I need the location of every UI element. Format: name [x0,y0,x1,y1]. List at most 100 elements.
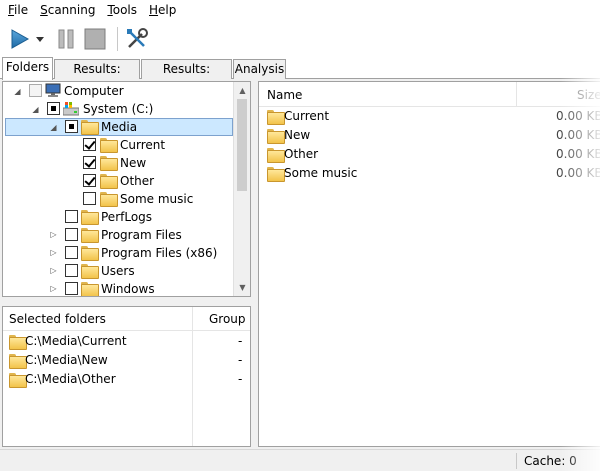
stop-scan-button[interactable] [82,26,108,52]
folder-contents-list[interactable]: Name Size Current 0.00 KB New 0.00 KB Ot… [258,81,600,447]
collapse-icon[interactable]: ◢ [49,123,58,132]
folder-icon [267,167,285,182]
menu-tools-label: ools [112,3,138,17]
scroll-down-icon[interactable]: ▼ [234,279,250,296]
tree-item-computer[interactable]: ◢ Computer [3,82,233,100]
list-item-size: 0.00 KB [556,109,600,123]
selected-folder-group: - [238,353,243,367]
tree-item-label: Other [120,174,155,188]
list-item-size: 0.00 KB [556,128,600,142]
tree-item-perflogs[interactable]: PerfLogs [3,208,233,226]
status-bar: Cache: 0 [0,449,600,471]
tree-checkbox[interactable] [65,246,78,259]
expand-icon[interactable]: ▷ [49,266,58,275]
selected-folders-panel: Selected folders Group C:\Media\Current … [2,306,251,447]
tree-checkbox[interactable] [65,282,78,295]
tree-item-system-c[interactable]: ◢ System (C:) [3,100,233,118]
tools-icon [127,28,148,48]
folder-tree[interactable]: ◢ Computer ◢ System (C:) ◢ Media Current [2,81,251,297]
tab-folders[interactable]: Folders [2,57,53,80]
folder-icon [100,156,118,171]
folder-icon [81,120,99,135]
tree-checkbox[interactable] [47,102,60,115]
folder-icon [81,228,99,243]
column-divider[interactable] [516,82,517,107]
tree-checkbox[interactable] [65,264,78,277]
tree-checkbox[interactable] [83,192,96,205]
tree-item-some-music[interactable]: Some music [3,190,233,208]
tree-checkbox[interactable] [83,138,96,151]
selected-folder-path: C:\Media\New [25,353,108,367]
settings-button[interactable] [124,26,150,52]
menu-file[interactable]: File [2,0,34,21]
tree-item-other[interactable]: Other [3,172,233,190]
list-item-name: New [284,128,311,142]
expand-icon[interactable]: ▷ [49,248,58,257]
selected-folder-path: C:\Media\Other [25,372,116,386]
menu-bar: File Scanning Tools Help [0,0,600,21]
menu-tools[interactable]: Tools [101,0,143,21]
tab-results-images[interactable]: Results: Images [141,59,232,94]
tree-item-media[interactable]: ◢ Media [3,118,233,136]
selected-folder-group: - [238,372,243,386]
folder-icon [267,129,285,144]
tree-item-current[interactable]: Current [3,136,233,154]
folder-icon [100,192,118,207]
drive-icon [63,102,79,116]
column-name[interactable]: Name [267,88,302,102]
pause-icon [58,29,74,49]
menu-help[interactable]: Help [143,0,182,21]
tree-scrollbar[interactable]: ▲ ▼ [233,82,250,296]
expand-icon[interactable]: ▷ [49,284,58,293]
cache-status: Cache: 0 [524,454,577,468]
tree-item-label: System (C:) [83,102,154,116]
tree-item-program-files[interactable]: ▷ Program Files [3,226,233,244]
tree-item-users[interactable]: ▷ Users [3,262,233,280]
computer-icon [45,83,61,97]
list-row[interactable]: Some music 0.00 KB [259,164,600,183]
folder-icon [81,282,99,296]
tree-checkbox[interactable] [65,210,78,223]
folder-icon [267,110,285,125]
tree-checkbox[interactable] [83,174,96,187]
tree-checkbox[interactable] [65,228,78,241]
list-row[interactable]: Other 0.00 KB [259,145,600,164]
column-divider[interactable] [192,307,193,331]
list-row[interactable]: Current 0.00 KB [259,107,600,126]
scroll-up-icon[interactable]: ▲ [234,82,250,99]
list-row[interactable]: New 0.00 KB [259,126,600,145]
pause-scan-button[interactable] [53,26,79,52]
tree-item-label: Current [120,138,166,152]
column-group[interactable]: Group [209,312,246,326]
tab-results-audio[interactable]: Results: Audio [54,59,140,94]
tab-analysis[interactable]: Analysis [233,59,286,79]
menu-scanning-label: canning [47,3,96,17]
column-size[interactable]: Size [577,88,600,102]
list-item-name: Other [284,147,319,161]
tree-item-program-files-x86[interactable]: ▷ Program Files (x86) [3,244,233,262]
column-selected-folders[interactable]: Selected folders [9,312,106,326]
expand-icon[interactable]: ▷ [49,230,58,239]
collapse-icon[interactable]: ◢ [13,87,22,96]
folder-icon [100,174,118,189]
tree-item-windows[interactable]: ▷ Windows [3,280,233,296]
selected-folder-row[interactable]: C:\Media\Current - [3,332,250,351]
selected-folder-row[interactable]: C:\Media\Other - [3,370,250,389]
tree-checkbox[interactable] [65,120,78,133]
menu-help-label: elp [158,3,177,17]
start-scan-button[interactable] [6,26,32,52]
selected-folder-row[interactable]: C:\Media\New - [3,351,250,370]
tree-checkbox[interactable] [29,84,42,97]
scroll-thumb[interactable] [237,99,247,191]
stop-icon [84,28,106,50]
menu-scanning-accel: S [40,3,48,17]
start-scan-dropdown[interactable] [35,26,45,52]
menu-scanning[interactable]: Scanning [34,0,101,21]
list-item-name: Current [284,109,330,123]
tree-item-label: Media [101,120,138,134]
tree-item-new[interactable]: New [3,154,233,172]
folder-icon [81,264,99,279]
collapse-icon[interactable]: ◢ [31,105,40,114]
tree-item-label: Windows [101,282,155,296]
tree-checkbox[interactable] [83,156,96,169]
